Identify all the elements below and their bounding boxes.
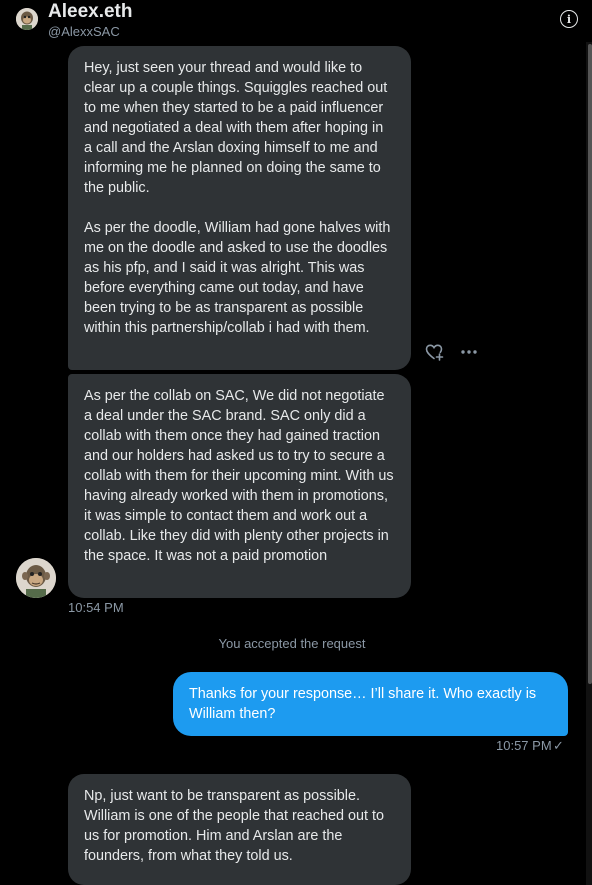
conversation-header: Aleex.eth @AlexxSAC i <box>0 0 592 42</box>
message-bubble-sent[interactable]: Thanks for your response… I’ll share it.… <box>173 672 568 736</box>
sent-check-icon: ✓ <box>553 738 564 753</box>
heart-plus-icon[interactable] <box>424 342 444 362</box>
message-bubble-received[interactable]: Np, just want to be transparent as possi… <box>68 774 411 885</box>
message-timestamp: 10:57 PM <box>496 738 552 753</box>
info-icon[interactable]: i <box>560 10 578 28</box>
conversation-handle: @AlexxSAC <box>48 24 120 39</box>
message-bubble-received[interactable]: Hey, just seen your thread and would lik… <box>68 46 411 370</box>
avatar[interactable] <box>16 558 56 598</box>
message-bubble-received[interactable]: As per the collab on SAC, We did not neg… <box>68 374 411 598</box>
avatar[interactable] <box>16 8 38 30</box>
system-message: You accepted the request <box>218 636 366 651</box>
scrollbar-thumb[interactable] <box>588 44 592 684</box>
more-horizontal-icon[interactable] <box>458 342 480 362</box>
conversation-name[interactable]: Aleex.eth <box>48 1 132 23</box>
message-timestamp: 10:54 PM <box>68 600 124 615</box>
